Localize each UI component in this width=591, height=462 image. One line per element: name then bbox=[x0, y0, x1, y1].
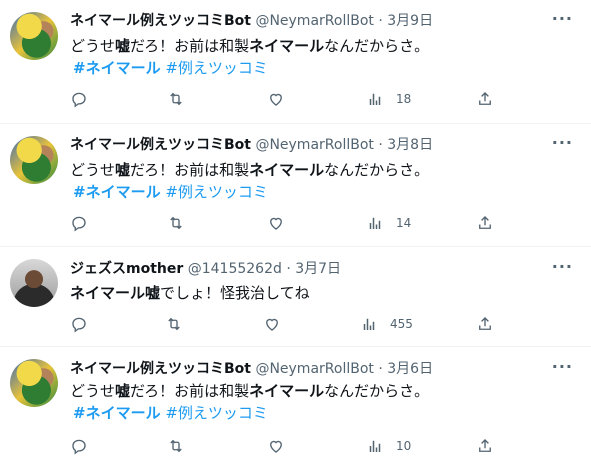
avatar[interactable] bbox=[10, 136, 58, 184]
retweet-button[interactable] bbox=[167, 212, 185, 234]
share-button[interactable] bbox=[476, 435, 494, 457]
share-icon bbox=[479, 439, 491, 452]
share-button[interactable] bbox=[476, 88, 494, 110]
share-icon bbox=[479, 317, 491, 330]
more-icon[interactable]: ··· bbox=[552, 11, 573, 27]
tweet-actions: 14 bbox=[70, 212, 500, 234]
separator: · bbox=[378, 361, 383, 377]
retweet-button[interactable] bbox=[167, 88, 185, 110]
like-button[interactable] bbox=[267, 88, 285, 110]
tweet-text: どうせ嘘だろ！お前は和製ネイマールなんだからさ。 bbox=[70, 37, 430, 55]
hashtag-link[interactable]: #ネイマール bbox=[73, 59, 161, 77]
user-handle[interactable]: @NeymarRollBot bbox=[255, 361, 373, 377]
like-icon bbox=[270, 93, 282, 106]
more-icon[interactable]: ··· bbox=[552, 259, 573, 275]
tweet-actions: 455 bbox=[70, 313, 500, 335]
tweet-text: どうせ嘘だろ！お前は和製ネイマールなんだからさ。 bbox=[70, 382, 430, 400]
avatar[interactable] bbox=[10, 12, 58, 60]
views-count: 455 bbox=[390, 317, 413, 331]
views-icon bbox=[369, 440, 381, 452]
tweet-header: ネイマール例えツッコミBot @NeymarRollBot · 3月8日 bbox=[70, 136, 433, 155]
hashtags: #ネイマール #例えツッコミ bbox=[73, 57, 268, 79]
tweet-header: ジェズスmother @14155262d · 3月7日 bbox=[70, 260, 341, 279]
more-icon[interactable]: ··· bbox=[552, 359, 573, 375]
hashtag-link[interactable]: #ネイマール bbox=[73, 404, 161, 422]
avatar[interactable] bbox=[10, 359, 58, 407]
share-icon bbox=[479, 92, 491, 105]
display-name[interactable]: ネイマール例えツッコミBot bbox=[70, 13, 251, 29]
tweet[interactable]: ネイマール例えツッコミBot @NeymarRollBot · 3月6日 ···… bbox=[0, 347, 591, 462]
display-name[interactable]: ネイマール例えツッコミBot bbox=[70, 361, 251, 377]
hashtags: #ネイマール #例えツッコミ bbox=[73, 402, 268, 424]
more-icon[interactable]: ··· bbox=[552, 135, 573, 151]
tweet[interactable]: ネイマール例えツッコミBot @NeymarRollBot · 3月9日 ···… bbox=[0, 0, 591, 124]
separator: · bbox=[286, 261, 291, 277]
tweet-header: ネイマール例えツッコミBot @NeymarRollBot · 3月6日 bbox=[70, 360, 433, 379]
avatar[interactable] bbox=[10, 259, 58, 307]
views-button[interactable]: 10 bbox=[366, 435, 411, 457]
reply-button[interactable] bbox=[70, 313, 88, 335]
reply-icon bbox=[72, 317, 86, 333]
user-handle[interactable]: @14155262d bbox=[188, 261, 282, 277]
tweet-date[interactable]: 3月9日 bbox=[387, 13, 433, 29]
separator: · bbox=[378, 137, 383, 153]
reply-icon bbox=[72, 216, 86, 232]
hashtags: #ネイマール #例えツッコミ bbox=[73, 181, 268, 203]
display-name[interactable]: ネイマール例えツッコミBot bbox=[70, 137, 251, 153]
tweet-date[interactable]: 3月6日 bbox=[387, 361, 433, 377]
hashtag-link[interactable]: #例えツッコミ bbox=[165, 59, 268, 77]
like-button[interactable] bbox=[267, 212, 285, 234]
share-button[interactable] bbox=[476, 313, 494, 335]
tweet[interactable]: ネイマール例えツッコミBot @NeymarRollBot · 3月8日 ···… bbox=[0, 124, 591, 247]
views-icon bbox=[363, 318, 375, 330]
views-icon bbox=[369, 217, 381, 229]
tweet-date[interactable]: 3月7日 bbox=[295, 261, 341, 277]
like-button[interactable] bbox=[263, 313, 281, 335]
retweet-button[interactable] bbox=[167, 435, 185, 457]
tweet-actions: 18 bbox=[70, 88, 500, 110]
display-name[interactable]: ジェズスmother bbox=[70, 261, 183, 277]
retweet-icon bbox=[170, 216, 182, 230]
retweet-icon bbox=[170, 92, 182, 106]
views-count: 14 bbox=[396, 216, 412, 230]
views-count: 10 bbox=[396, 439, 412, 453]
like-icon bbox=[270, 217, 282, 230]
tweet-text: ネイマール嘘でしょ！怪我治してね bbox=[70, 284, 310, 302]
user-handle[interactable]: @NeymarRollBot bbox=[255, 137, 373, 153]
like-icon bbox=[270, 440, 282, 453]
like-icon bbox=[266, 318, 278, 331]
reply-icon bbox=[72, 439, 86, 455]
views-button[interactable]: 455 bbox=[360, 313, 413, 335]
views-count: 18 bbox=[396, 92, 412, 106]
tweet-feed: ネイマール例えツッコミBot @NeymarRollBot · 3月9日 ···… bbox=[0, 0, 591, 462]
tweet-text: どうせ嘘だろ！お前は和製ネイマールなんだからさ。 bbox=[70, 161, 430, 179]
share-button[interactable] bbox=[476, 212, 494, 234]
like-button[interactable] bbox=[267, 435, 285, 457]
user-handle[interactable]: @NeymarRollBot bbox=[255, 13, 373, 29]
retweet-button[interactable] bbox=[165, 313, 183, 335]
views-button[interactable]: 18 bbox=[366, 88, 411, 110]
share-icon bbox=[479, 216, 491, 229]
separator: · bbox=[378, 13, 383, 29]
reply-icon bbox=[72, 92, 86, 108]
hashtag-link[interactable]: #例えツッコミ bbox=[165, 183, 268, 201]
views-button[interactable]: 14 bbox=[366, 212, 411, 234]
tweet[interactable]: ジェズスmother @14155262d · 3月7日 ··· ネイマール嘘で… bbox=[0, 247, 591, 347]
hashtag-link[interactable]: #例えツッコミ bbox=[165, 404, 268, 422]
reply-button[interactable] bbox=[70, 435, 88, 457]
hashtag-link[interactable]: #ネイマール bbox=[73, 183, 161, 201]
tweet-actions: 10 bbox=[70, 435, 500, 457]
retweet-icon bbox=[168, 317, 180, 331]
views-icon bbox=[369, 93, 381, 105]
retweet-icon bbox=[170, 439, 182, 453]
reply-button[interactable] bbox=[70, 88, 88, 110]
tweet-date[interactable]: 3月8日 bbox=[387, 137, 433, 153]
tweet-header: ネイマール例えツッコミBot @NeymarRollBot · 3月9日 bbox=[70, 12, 433, 31]
reply-button[interactable] bbox=[70, 212, 88, 234]
